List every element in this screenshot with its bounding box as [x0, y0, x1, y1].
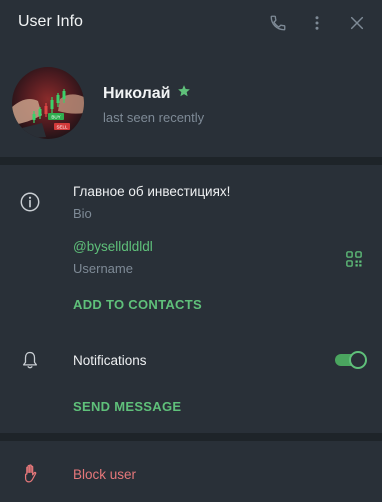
header-title: User Info — [18, 13, 83, 30]
star-icon — [177, 84, 191, 103]
last-seen-status: last seen recently — [103, 110, 205, 125]
username-value[interactable]: @byselldldldl — [73, 239, 153, 254]
user-info-panel: User Info BUY SELL Николай last seen rec… — [0, 0, 382, 502]
username-label: Username — [73, 261, 133, 276]
hand-stop-icon — [20, 462, 42, 486]
send-message-button[interactable]: SEND MESSAGE — [73, 399, 181, 414]
phone-icon — [270, 15, 286, 31]
call-button[interactable] — [266, 11, 290, 35]
user-name: Николай — [103, 84, 171, 102]
section-divider — [0, 433, 382, 441]
bio-text: Главное об инвестициях! — [73, 184, 231, 199]
chart-trading-avatar: BUY SELL — [12, 67, 84, 139]
qr-code-icon[interactable] — [344, 249, 364, 269]
avatar[interactable]: BUY SELL — [12, 67, 84, 139]
block-user-button[interactable]: Block user — [73, 467, 136, 482]
close-button[interactable] — [345, 11, 369, 35]
notifications-label: Notifications — [73, 353, 147, 368]
name-row: Николай — [103, 84, 191, 103]
more-vertical-icon — [315, 16, 319, 30]
info-icon — [19, 191, 41, 213]
bell-icon — [20, 349, 40, 371]
avatar-buy-label: BUY — [51, 115, 60, 120]
bio-label: Bio — [73, 206, 92, 221]
header: User Info — [0, 0, 382, 46]
section-divider — [0, 157, 382, 165]
toggle-knob — [349, 351, 367, 369]
avatar-sell-label: SELL — [56, 125, 68, 130]
notifications-toggle[interactable] — [335, 351, 367, 369]
close-icon — [350, 16, 364, 30]
add-to-contacts-button[interactable]: ADD TO CONTACTS — [73, 297, 202, 312]
more-menu-button[interactable] — [305, 11, 329, 35]
